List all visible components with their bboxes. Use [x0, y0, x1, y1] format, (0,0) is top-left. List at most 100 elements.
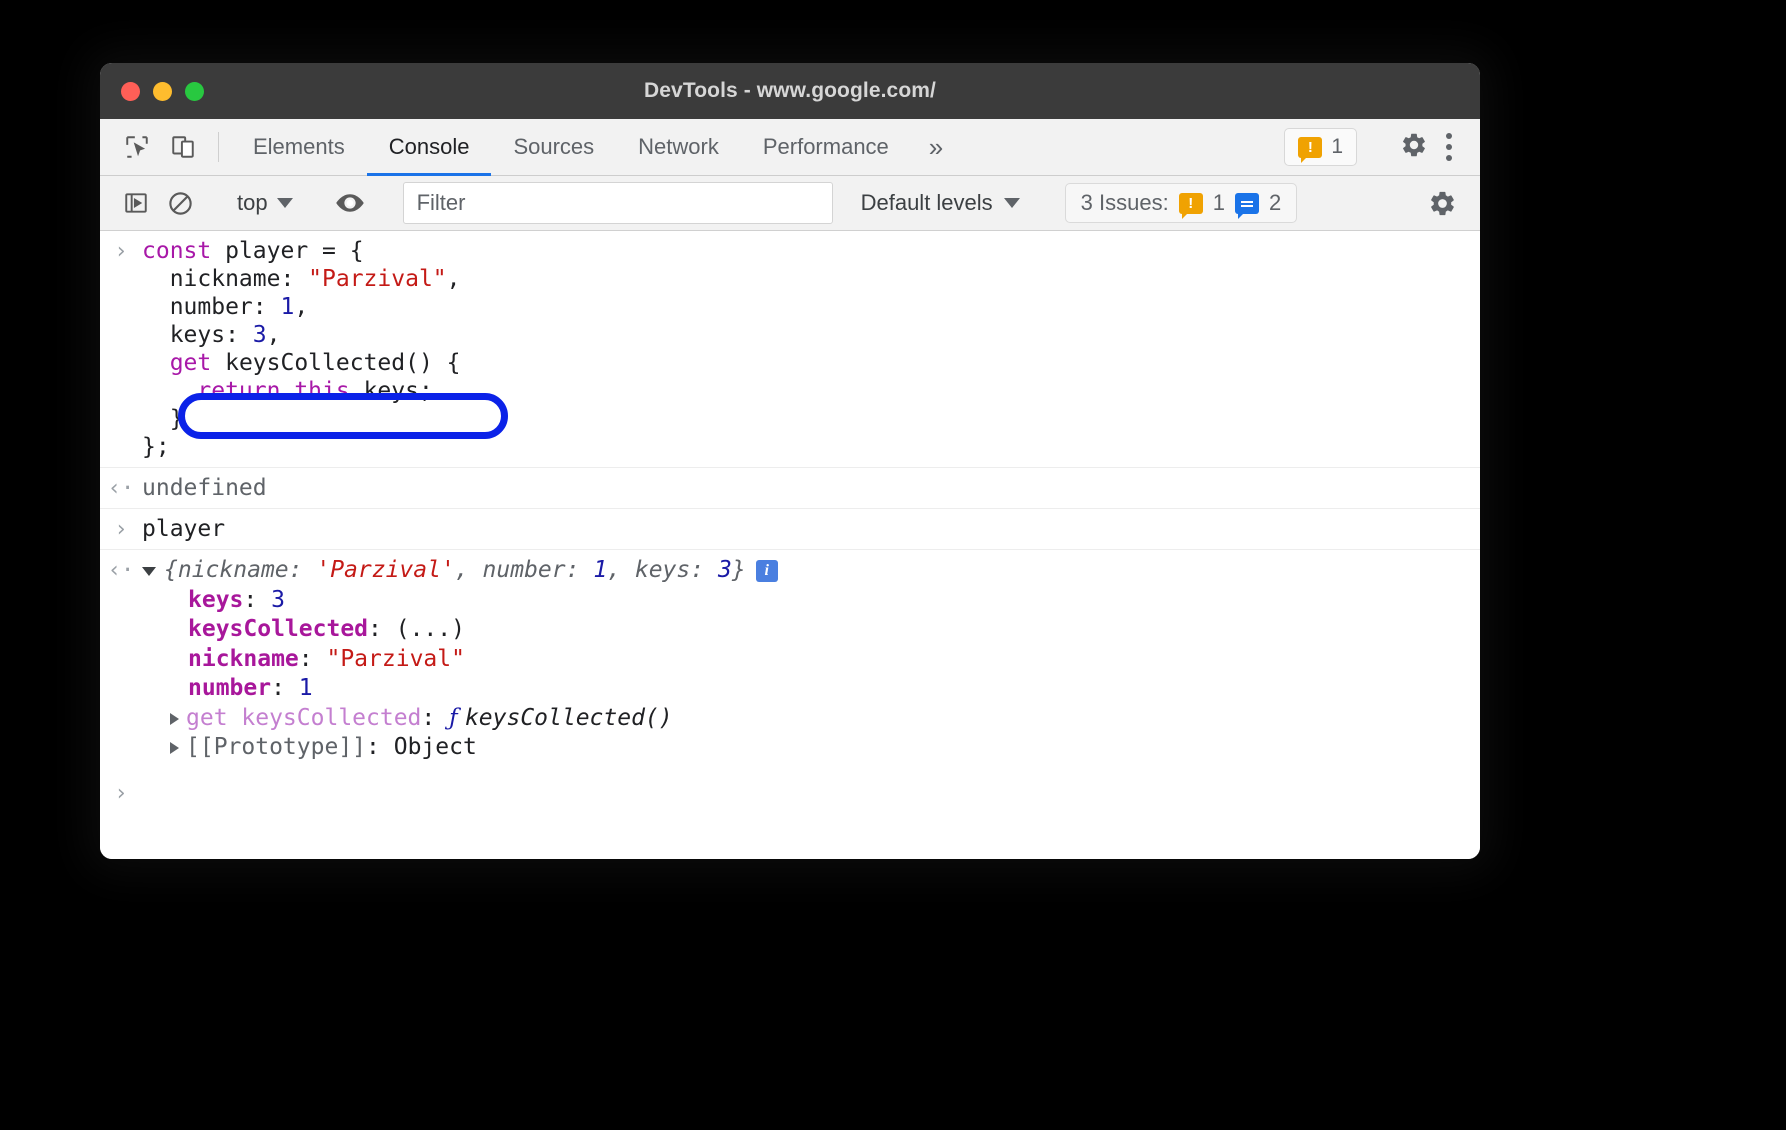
code-line: get keysCollected() {: [142, 349, 461, 377]
panel-tabs: Elements Console Sources Network Perform…: [231, 119, 911, 175]
more-tabs-icon[interactable]: »: [911, 119, 961, 175]
code-token: keysCollected() {: [225, 350, 460, 376]
kebab-menu-icon[interactable]: [1438, 133, 1460, 161]
code-line: number: 1,: [142, 293, 461, 321]
execution-context-select[interactable]: top: [227, 190, 303, 216]
console-entry-input[interactable]: › const player = { nickname: "Parzival",…: [100, 231, 1480, 468]
preview-token: nickname:: [178, 557, 316, 583]
issues-label: 3 Issues:: [1081, 190, 1169, 216]
object-property-separator: :: [421, 705, 449, 731]
warning-count-label: 1: [1331, 135, 1343, 159]
code-token: }: [142, 406, 184, 432]
issues-warning-count: 1: [1213, 190, 1225, 216]
code-token: const: [142, 238, 225, 264]
device-toolbar-icon[interactable]: [160, 119, 206, 175]
object-property-row[interactable]: keysCollected: (...): [142, 615, 778, 644]
code-token: 1: [280, 294, 294, 320]
expand-triangle-icon[interactable]: [170, 742, 179, 754]
preview-open-brace: {: [164, 557, 178, 583]
console-prompt-row[interactable]: ›: [100, 769, 1480, 806]
gear-icon[interactable]: [1400, 131, 1428, 164]
code-token: return: [142, 378, 294, 404]
object-property-text: keysCollected: (...): [142, 615, 465, 644]
object-property-row[interactable]: [[Prototype]]: Object: [142, 733, 778, 762]
issues-pill[interactable]: 3 Issues: ! 1 2: [1065, 183, 1298, 223]
code-token: number:: [142, 294, 280, 320]
object-property-text: keys: 3: [142, 586, 285, 615]
gear-icon[interactable]: [1420, 181, 1464, 225]
tab-console[interactable]: Console: [367, 119, 492, 175]
tab-elements[interactable]: Elements: [231, 119, 367, 175]
object-property-name: nickname: [188, 646, 299, 672]
code-token: player = {: [225, 238, 363, 264]
object-property-value: Object: [394, 734, 477, 760]
object-preview-row[interactable]: {nickname: 'Parzival', number: 1, keys: …: [142, 556, 778, 585]
object-property-row[interactable]: nickname: "Parzival": [142, 645, 778, 674]
code-token: };: [142, 434, 170, 460]
expand-triangle-icon[interactable]: [142, 567, 156, 576]
console-sidebar-icon[interactable]: [114, 181, 158, 225]
object-property-text: number: 1: [142, 674, 313, 703]
code-line: }: [142, 405, 461, 433]
info-badge-icon: [1235, 193, 1259, 214]
issues-info-count: 2: [1269, 190, 1281, 216]
tab-network-label: Network: [638, 134, 719, 160]
console-entry-object-result[interactable]: ‹· {nickname: 'Parzival', number: 1, key…: [100, 550, 1480, 768]
console-entry-result[interactable]: ‹· undefined: [100, 468, 1480, 509]
object-property-name: get keysCollected: [186, 705, 421, 731]
tab-elements-label: Elements: [253, 134, 345, 160]
object-property-text: nickname: "Parzival": [142, 645, 465, 674]
log-levels-label: Default levels: [861, 190, 993, 216]
console-output[interactable]: › const player = { nickname: "Parzival",…: [100, 231, 1480, 859]
screen: DevTools - www.google.com/ Elements: [0, 0, 1786, 1130]
warning-badge-icon: !: [1298, 137, 1322, 158]
tab-sources[interactable]: Sources: [491, 119, 616, 175]
code-line: const player = {: [142, 237, 461, 265]
tabbar-divider: [218, 132, 219, 162]
code-token: keys:: [142, 322, 253, 348]
inspect-element-icon[interactable]: [114, 119, 160, 175]
tab-performance[interactable]: Performance: [741, 119, 911, 175]
object-property-separator: :: [299, 646, 327, 672]
more-tabs-glyph: »: [929, 132, 943, 163]
object-property-separator: :: [271, 675, 299, 701]
object-property-list: keys: 3keysCollected: (...)nickname: "Pa…: [142, 586, 778, 763]
code-token: player: [142, 516, 225, 542]
preview-token: , keys:: [607, 557, 718, 583]
code-token: ,: [447, 266, 461, 292]
chevron-down-icon: [277, 198, 293, 208]
object-property-separator: :: [368, 616, 396, 642]
object-property-row[interactable]: keys: 3: [142, 586, 778, 615]
code-token: get: [142, 350, 225, 376]
info-chip-icon[interactable]: i: [756, 560, 778, 582]
object-property-separator: :: [243, 587, 271, 613]
filter-input[interactable]: Filter: [403, 182, 833, 224]
filter-placeholder: Filter: [417, 190, 466, 216]
object-property-name: [[Prototype]]: [186, 734, 366, 760]
console-entry-input[interactable]: › player: [100, 509, 1480, 550]
object-property-value: 3: [271, 587, 285, 613]
log-levels-select[interactable]: Default levels: [847, 190, 1034, 216]
expand-triangle-icon[interactable]: [170, 713, 179, 725]
object-property-name: number: [188, 675, 271, 701]
prompt-arrow-icon: ›: [100, 779, 142, 806]
result-undefined-text: undefined: [142, 474, 267, 502]
code-line: nickname: "Parzival",: [142, 265, 461, 293]
console-toolbar: top Filter Default levels 3 Issues:: [100, 176, 1480, 231]
tabbar-actions: ! 1: [1284, 119, 1480, 175]
object-property-row[interactable]: get keysCollected: ƒ keysCollected(): [142, 704, 778, 733]
object-property-row[interactable]: number: 1: [142, 674, 778, 703]
code-line: };: [142, 433, 461, 461]
error-count-pill[interactable]: ! 1: [1284, 128, 1357, 166]
live-expression-icon[interactable]: [328, 181, 372, 225]
console-toolbar-actions: [1420, 181, 1480, 225]
warning-badge-icon: !: [1179, 193, 1203, 214]
result-arrow-icon: ‹·: [100, 556, 142, 762]
clear-console-icon[interactable]: [158, 181, 202, 225]
tab-network[interactable]: Network: [616, 119, 741, 175]
object-property-text: [[Prototype]]: Object: [186, 733, 477, 762]
object-tree[interactable]: {nickname: 'Parzival', number: 1, keys: …: [142, 556, 778, 762]
execution-context-label: top: [237, 190, 268, 216]
code-line: player: [142, 515, 225, 543]
object-property-separator: :: [366, 734, 394, 760]
